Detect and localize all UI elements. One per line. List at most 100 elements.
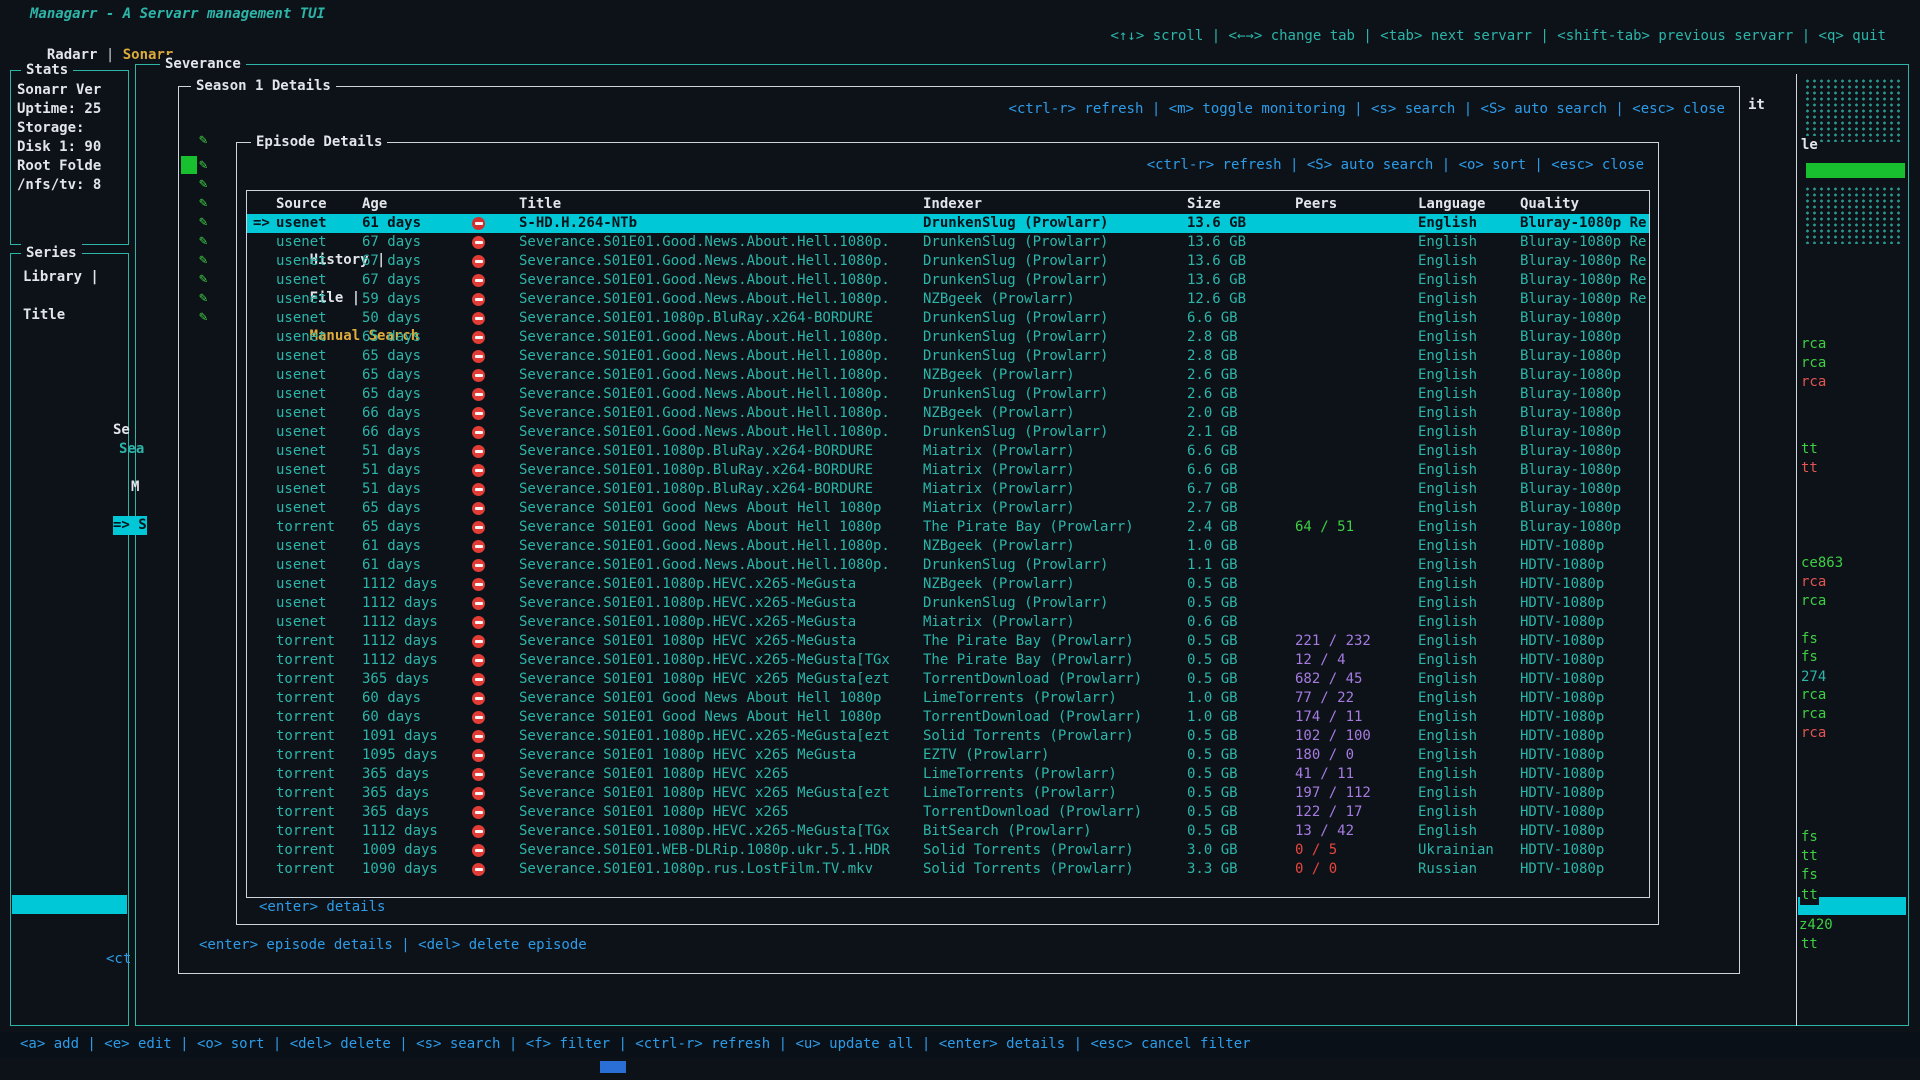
search-result-row[interactable]: torrent 365 days Severance S01E01 1080p … xyxy=(247,803,1649,822)
search-result-row[interactable]: usenet 61 days Severance.S01E01.Good.New… xyxy=(247,537,1649,556)
search-result-row[interactable]: usenet 1112 days Severance.S01E01.1080p.… xyxy=(247,575,1649,594)
pencil-icon[interactable]: ✎ xyxy=(199,194,207,213)
series-list-item[interactable]: => Severan xyxy=(12,895,127,914)
series-list-item[interactable]: Keijo!! xyxy=(12,534,127,553)
cell-age: 65 days xyxy=(362,328,421,347)
search-result-row[interactable]: usenet 67 days Severance.S01E01.Good.New… xyxy=(247,271,1649,290)
pencil-icon[interactable]: ✎ xyxy=(199,175,207,194)
search-result-row[interactable]: usenet 50 days Severance.S01E01.1080p.Bl… xyxy=(247,309,1649,328)
series-list-item[interactable]: DAN DA xyxy=(12,838,127,857)
search-result-row[interactable]: torrent 1112 days Severance.S01E01.1080p… xyxy=(247,651,1649,670)
series-list-item[interactable]: The Gri xyxy=(12,553,127,572)
series-list-item[interactable]: Chillin xyxy=(12,382,127,401)
search-result-row[interactable]: torrent 1112 days Severance.S01E01.1080p… xyxy=(247,822,1649,841)
cell-quality: Bluray-1080p Re xyxy=(1520,290,1648,309)
series-list-item[interactable]: Valkyri xyxy=(12,325,127,344)
search-result-row[interactable]: torrent 1095 days Severance S01E01 1080p… xyxy=(247,746,1649,765)
search-result-row[interactable]: torrent 365 days Severance S01E01 1080p … xyxy=(247,784,1649,803)
obscured-text-fragment: rca xyxy=(1800,686,1827,705)
series-list-item[interactable]: The Nan xyxy=(12,819,127,838)
column-quality[interactable]: Quality xyxy=(1520,195,1648,214)
search-result-row[interactable]: torrent 60 days Severance S01E01 Good Ne… xyxy=(247,708,1649,727)
column-indexer[interactable]: Indexer xyxy=(923,195,1183,214)
search-result-row[interactable]: usenet 65 days Severance.S01E01.Good.New… xyxy=(247,347,1649,366)
search-result-row[interactable]: usenet 65 days Severance.S01E01.Good.New… xyxy=(247,328,1649,347)
search-result-row[interactable]: usenet 51 days Severance.S01E01.1080p.Bl… xyxy=(247,442,1649,461)
pencil-icon[interactable]: ✎ xyxy=(199,131,207,150)
series-list-item[interactable]: The Qwa xyxy=(12,363,127,382)
series-list-item[interactable]: The Nig xyxy=(12,876,127,895)
search-result-row[interactable]: usenet 1112 days Severance.S01E01.1080p.… xyxy=(247,594,1649,613)
column-source[interactable]: Source xyxy=(276,195,327,214)
series-list-item[interactable]: Little xyxy=(12,458,127,477)
rejected-icon xyxy=(472,730,485,743)
column-size[interactable]: Size xyxy=(1187,195,1221,214)
column-language[interactable]: Language xyxy=(1418,195,1485,214)
series-list-item[interactable]: PEN15 xyxy=(12,743,127,762)
search-result-row[interactable]: usenet 66 days Severance.S01E01.Good.New… xyxy=(247,423,1649,442)
search-result-row[interactable]: usenet 67 days Severance.S01E01.Good.New… xyxy=(247,252,1649,271)
cell-age: 1112 days xyxy=(362,613,438,632)
series-list-item[interactable]: Netflix xyxy=(12,857,127,876)
search-result-row[interactable]: usenet 59 days Severance.S01E01.Good.New… xyxy=(247,290,1649,309)
search-result-row[interactable]: usenet 67 days Severance.S01E01.Good.New… xyxy=(247,233,1649,252)
series-list-item[interactable]: The Way xyxy=(12,401,127,420)
series-list-item[interactable]: Marvel' xyxy=(12,914,127,933)
series-list-item[interactable]: The Emp xyxy=(12,515,127,534)
search-result-row[interactable]: torrent 365 days Severance S01E01 1080p … xyxy=(247,670,1649,689)
series-list-item[interactable]: Batwhee xyxy=(12,971,127,990)
cell-quality: HDTV-1080p xyxy=(1520,651,1648,670)
series-list-item[interactable]: Mask Gi xyxy=(12,477,127,496)
series-list-item[interactable]: Sirens xyxy=(12,648,127,667)
column-title[interactable]: Title xyxy=(519,195,919,214)
pencil-icon[interactable]: ✎ xyxy=(199,251,207,270)
series-list-item[interactable]: Overflo xyxy=(12,572,127,591)
search-result-row[interactable]: usenet 66 days Severance.S01E01.Good.New… xyxy=(247,404,1649,423)
series-list-item[interactable]: Paradis xyxy=(12,990,127,1009)
search-result-row[interactable]: torrent 1091 days Severance.S01E01.1080p… xyxy=(247,727,1649,746)
search-result-row[interactable]: usenet 51 days Severance.S01E01.1080p.Bl… xyxy=(247,480,1649,499)
cell-source: torrent xyxy=(276,784,335,803)
series-list-item[interactable]: The Tra xyxy=(12,800,127,819)
series-list-item[interactable]: Washing xyxy=(12,705,127,724)
series-list-item[interactable]: High Sc xyxy=(12,439,127,458)
search-result-row[interactable]: torrent 65 days Severance S01E01 Good Ne… xyxy=(247,518,1649,537)
search-result-row[interactable]: usenet 65 days Severance S01E01 Good New… xyxy=(247,499,1649,518)
cell-size: 1.0 GB xyxy=(1187,689,1238,708)
search-result-row[interactable]: usenet 1112 days Severance.S01E01.1080p.… xyxy=(247,613,1649,632)
column-age[interactable]: Age xyxy=(362,195,387,214)
column-peers[interactable]: Peers xyxy=(1295,195,1337,214)
series-list-item[interactable]: The Emp xyxy=(12,496,127,515)
series-list-item[interactable]: Yosuga xyxy=(12,344,127,363)
pencil-icon[interactable]: ✎ xyxy=(199,156,207,175)
search-result-row[interactable]: usenet 61 days Severance.S01E01.Good.New… xyxy=(247,556,1649,575)
rejected-icon xyxy=(472,312,485,325)
series-list-item[interactable]: Tsunami xyxy=(12,591,127,610)
series-list-item[interactable]: Sons of xyxy=(12,686,127,705)
pencil-icon[interactable]: ✎ xyxy=(199,232,207,251)
search-result-row[interactable]: torrent 1090 days Severance.S01E01.1080p… xyxy=(247,860,1649,879)
search-result-row[interactable]: torrent 60 days Severance S01E01 Good Ne… xyxy=(247,689,1649,708)
search-result-row[interactable]: => usenet 61 days S-HD.H.264-NTb Drunken… xyxy=(247,214,1649,233)
pencil-icon[interactable]: ✎ xyxy=(199,289,207,308)
series-list-item[interactable]: The Off xyxy=(12,762,127,781)
search-result-row[interactable]: torrent 365 days Severance S01E01 1080p … xyxy=(247,765,1649,784)
pencil-icon[interactable]: ✎ xyxy=(199,213,207,232)
search-result-row[interactable]: torrent 1112 days Severance S01E01 1080p… xyxy=(247,632,1649,651)
pencil-icon[interactable]: ✎ xyxy=(199,308,207,327)
series-list-item[interactable]: The Rev xyxy=(12,724,127,743)
search-result-row[interactable]: usenet 65 days Severance.S01E01.Good.New… xyxy=(247,385,1649,404)
cell-size: 1.0 GB xyxy=(1187,537,1238,556)
pencil-icon[interactable]: ✎ xyxy=(199,270,207,289)
series-list-item[interactable]: It's Al xyxy=(12,781,127,800)
search-result-row[interactable]: torrent 1009 days Severance.S01E01.WEB-D… xyxy=(247,841,1649,860)
series-list-item[interactable]: Flight xyxy=(12,629,127,648)
search-result-row[interactable]: usenet 51 days Severance.S01E01.1080p.Bl… xyxy=(247,461,1649,480)
cell-peers: 13 / 42 xyxy=(1295,822,1354,841)
series-list-item[interactable]: Homeste xyxy=(12,667,127,686)
cell-age: 65 days xyxy=(362,347,421,366)
search-result-row[interactable]: usenet 65 days Severance.S01E01.Good.New… xyxy=(247,366,1649,385)
series-list-item[interactable]: Mad Men xyxy=(12,610,127,629)
series-list-item[interactable]: Hunter xyxy=(12,420,127,439)
library-tab[interactable]: Library | xyxy=(23,268,99,287)
